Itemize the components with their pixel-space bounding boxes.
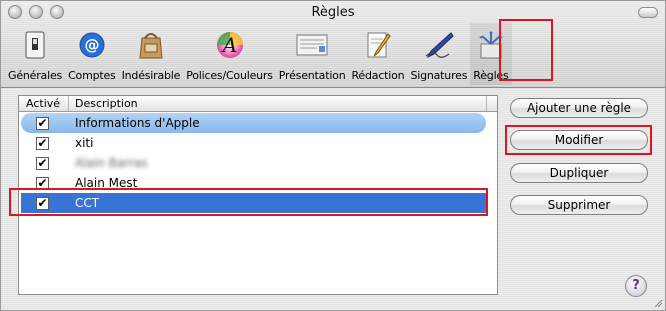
tab-label: Rédaction (351, 69, 405, 82)
tab-signatures[interactable]: Signatures (407, 23, 470, 85)
tab-comptes[interactable]: @ Comptes (65, 23, 119, 85)
tab-regles[interactable]: Règles (470, 23, 512, 85)
rule-description: CCT (75, 196, 100, 210)
svg-text:A: A (220, 33, 236, 57)
column-header-active[interactable]: Activé (26, 97, 60, 110)
window-title: Règles (311, 5, 355, 20)
svg-text:@: @ (84, 36, 99, 54)
delete-rule-button[interactable]: Supprimer (510, 195, 648, 215)
help-button[interactable]: ? (625, 275, 647, 297)
active-checkbox[interactable]: ✔ (36, 156, 49, 170)
rule-description: Informations d'Apple (75, 116, 200, 130)
table-row[interactable]: ✔ Informations d'Apple (21, 113, 486, 133)
font-color-icon: A (213, 29, 247, 61)
edit-rule-button[interactable]: Modifier (510, 130, 648, 150)
table-row[interactable]: ✔ xiti (21, 133, 486, 153)
tab-label: Signatures (410, 69, 468, 82)
table-row[interactable]: ✔ Alain Mest (21, 173, 486, 193)
tab-label: Présentation (278, 69, 346, 82)
tab-label: Polices/Couleurs (186, 69, 273, 82)
rules-icon (474, 29, 508, 61)
preferences-toolbar: Générales @ Comptes Indésirable A Police… (5, 23, 512, 85)
tab-generales[interactable]: Générales (5, 23, 65, 85)
table-header: Activé Description (19, 96, 497, 112)
tab-polices-couleurs[interactable]: A Polices/Couleurs (183, 23, 276, 85)
preferences-window: Règles Générales @ Comptes Indésirable A… (0, 0, 666, 311)
table-row[interactable]: ✔ Alain Barras (21, 153, 486, 173)
pen-icon (422, 29, 456, 61)
tab-indesirable[interactable]: Indésirable (119, 23, 184, 85)
title-bar: Règles Générales @ Comptes Indésirable A… (1, 1, 665, 88)
table-row[interactable]: ✔ CCT (21, 193, 486, 213)
rule-description: xiti (75, 136, 94, 150)
pencil-icon (361, 29, 395, 61)
rule-description: Alain Barras (75, 156, 148, 170)
resize-grip-icon[interactable] (653, 298, 663, 308)
toolbar-toggle-button[interactable] (638, 7, 658, 18)
at-icon: @ (75, 29, 109, 61)
active-checkbox[interactable]: ✔ (36, 136, 49, 150)
duplicate-rule-button[interactable]: Dupliquer (510, 163, 648, 183)
tab-label: Générales (8, 69, 63, 82)
active-checkbox[interactable]: ✔ (36, 176, 49, 190)
rule-description: Alain Mest (75, 176, 138, 190)
tab-redaction[interactable]: Rédaction (348, 23, 407, 85)
switch-icon (18, 29, 52, 61)
active-checkbox[interactable]: ✔ (36, 196, 49, 210)
add-rule-button[interactable]: Ajouter une règle (510, 98, 648, 118)
rules-table: Activé Description ✔ Informations d'Appl… (18, 95, 498, 295)
tab-label: Comptes (68, 69, 116, 82)
column-header-description[interactable]: Description (75, 97, 138, 110)
column-divider (486, 96, 487, 111)
tab-presentation[interactable]: Présentation (276, 23, 349, 85)
tab-label: Indésirable (121, 69, 181, 82)
junk-bag-icon (134, 29, 168, 61)
presentation-icon (295, 29, 329, 61)
active-checkbox[interactable]: ✔ (36, 116, 49, 130)
column-divider (68, 96, 69, 111)
tab-label: Règles (473, 69, 509, 82)
